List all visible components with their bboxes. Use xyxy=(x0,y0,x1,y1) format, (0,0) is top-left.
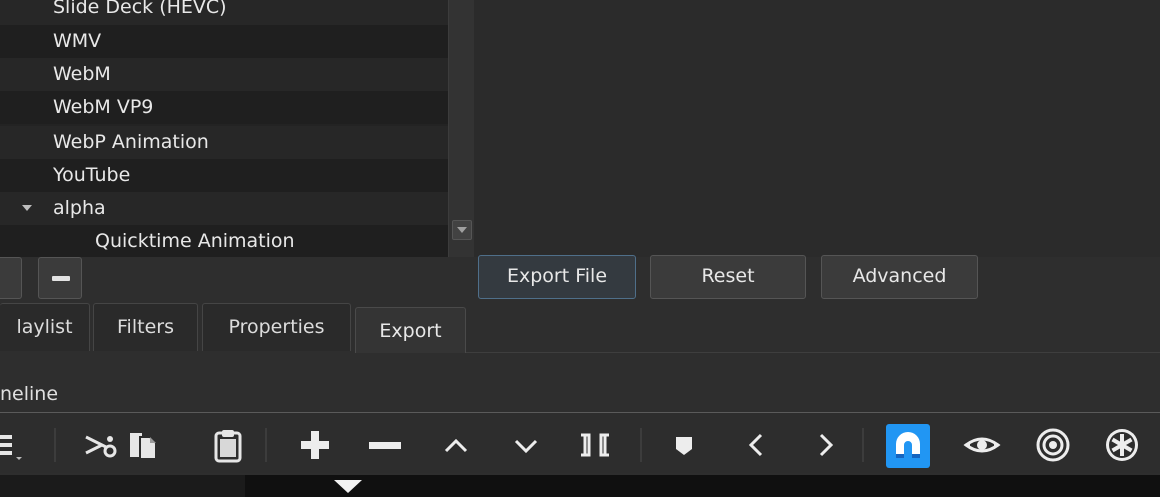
expand-arrow-icon[interactable] xyxy=(22,205,32,211)
remove-icon[interactable] xyxy=(365,425,405,465)
add-preset-button[interactable] xyxy=(0,257,22,299)
list-item-label: WMV xyxy=(53,30,102,52)
list-item-label: WebM VP9 xyxy=(53,96,154,118)
ripple-all-tracks-icon[interactable] xyxy=(1102,425,1142,465)
advanced-button[interactable]: Advanced xyxy=(821,255,978,299)
tab-divider xyxy=(466,352,1160,353)
previous-marker-icon[interactable] xyxy=(737,425,777,465)
toolbar-separator xyxy=(862,428,864,462)
timeline-ruler-track[interactable] xyxy=(245,475,1160,497)
list-item-label: alpha xyxy=(53,197,106,219)
toolbar-separator xyxy=(640,428,642,462)
paste-icon[interactable] xyxy=(208,425,248,465)
copy-icon[interactable] xyxy=(124,425,164,465)
toolbar-separator xyxy=(54,428,56,462)
next-marker-icon[interactable] xyxy=(805,425,845,465)
list-item[interactable]: YouTube xyxy=(0,159,448,192)
timeline-dock-title: neline xyxy=(0,383,59,405)
export-options-panel xyxy=(474,0,1160,257)
split-icon[interactable] xyxy=(575,425,615,465)
remove-preset-button[interactable] xyxy=(38,257,82,299)
list-item-label: YouTube xyxy=(53,164,131,186)
preset-list-scrollbar[interactable] xyxy=(448,0,475,257)
tab-properties[interactable]: Properties xyxy=(202,303,351,351)
list-item-label: Slide Deck (HEVC) xyxy=(53,0,227,18)
append-icon[interactable] xyxy=(295,425,335,465)
toolbar-separator xyxy=(265,428,267,462)
overwrite-icon[interactable] xyxy=(506,425,546,465)
tab-filters[interactable]: Filters xyxy=(93,303,198,351)
list-item-label: WebP Animation xyxy=(53,131,209,153)
scrub-drag-icon[interactable] xyxy=(962,425,1002,465)
marker-icon[interactable] xyxy=(664,425,704,465)
lift-icon[interactable] xyxy=(436,425,476,465)
list-item[interactable]: WMV xyxy=(0,25,448,58)
tab-export[interactable]: Export xyxy=(355,307,466,353)
scroll-down-icon[interactable] xyxy=(452,220,472,240)
playhead-icon[interactable] xyxy=(334,480,362,493)
ripple-icon[interactable] xyxy=(1033,425,1073,465)
preset-list[interactable]: Slide Deck (HEVC) WMV WebM WebM VP9 WebP… xyxy=(0,0,448,257)
cut-icon[interactable] xyxy=(82,425,122,465)
list-item[interactable]: WebP Animation xyxy=(0,126,448,159)
export-file-button[interactable]: Export File xyxy=(478,255,636,299)
timeline-menu-icon[interactable] xyxy=(0,425,34,465)
list-item[interactable]: WebM xyxy=(0,58,448,91)
list-item-label: WebM xyxy=(53,63,111,85)
list-item-group-alpha[interactable]: alpha xyxy=(0,192,448,225)
list-item[interactable]: Quicktime Animation xyxy=(0,225,448,257)
list-item-label: Quicktime Animation xyxy=(95,230,295,252)
list-item[interactable]: WebM VP9 xyxy=(0,91,448,124)
reset-button[interactable]: Reset xyxy=(650,255,806,299)
snap-magnet-icon[interactable] xyxy=(886,424,930,468)
tab-playlist[interactable]: laylist xyxy=(0,303,90,351)
